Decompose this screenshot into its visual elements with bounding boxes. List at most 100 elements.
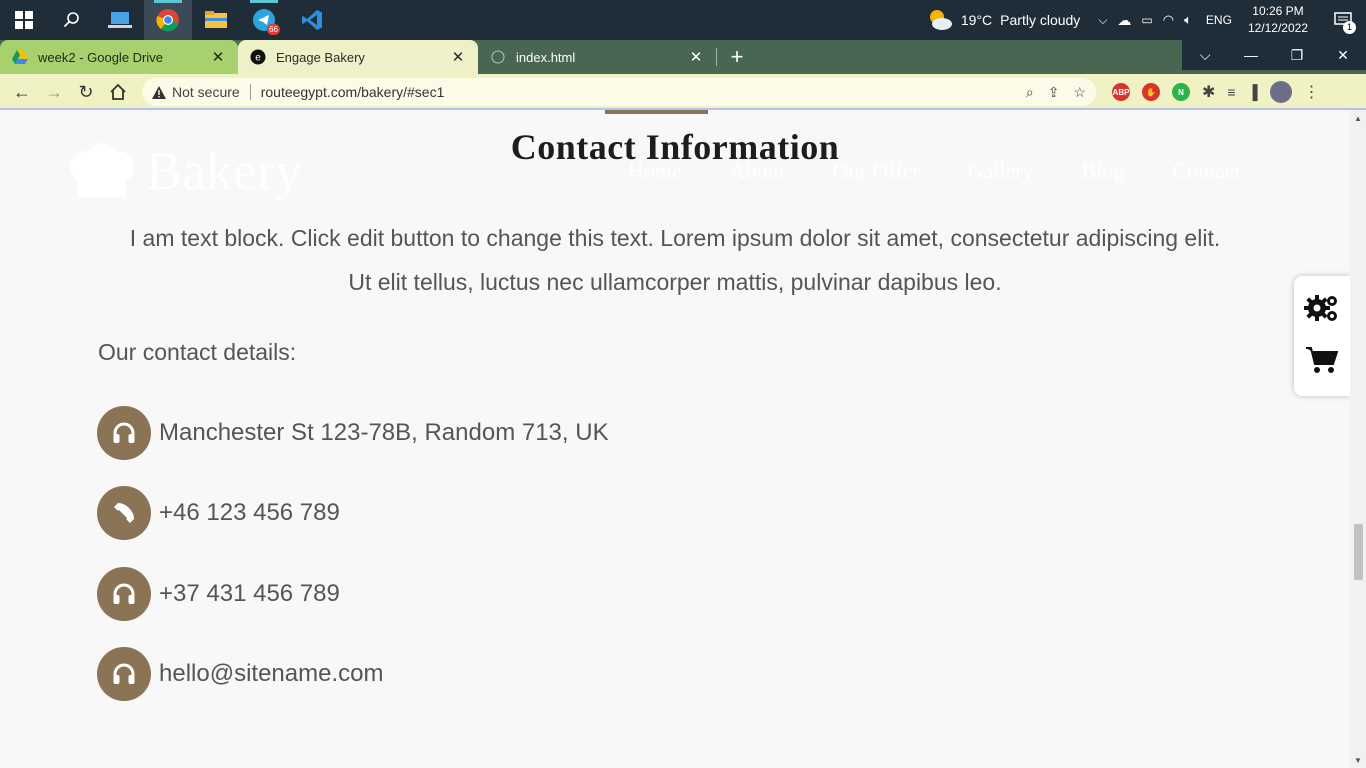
- taskbar-app-explorer[interactable]: [192, 0, 240, 40]
- security-label: Not secure: [172, 84, 240, 100]
- cart-button[interactable]: [1306, 346, 1339, 379]
- n-extension-icon[interactable]: N: [1172, 83, 1190, 101]
- search-button[interactable]: [48, 0, 96, 40]
- headphones-icon: [97, 647, 151, 701]
- media-icon[interactable]: ≡: [1227, 84, 1235, 100]
- arrow-left-icon: ←: [13, 81, 31, 102]
- windows-icon: [15, 11, 33, 29]
- scroll-down-icon[interactable]: ▼: [1354, 756, 1362, 766]
- clock-date: 12/12/2022: [1247, 21, 1308, 35]
- browser-toolbar: ← → ↻ Not secure routeegypt.com/bakery/#…: [0, 74, 1366, 110]
- system-tray: 19°C Partly cloudy ⌵ ☁ ▭ ◠ 🔈︎ ENG 10:26 …: [927, 0, 1366, 40]
- notification-count: 1: [1343, 21, 1356, 34]
- volume-icon[interactable]: 🔈︎: [1184, 12, 1192, 28]
- scroll-up-icon[interactable]: ▲: [1354, 114, 1362, 124]
- headphones-icon: [97, 567, 151, 621]
- taskbar: 66 19°C Partly cloudy ⌵ ☁ ▭ ◠ 🔈︎ ENG 10:…: [0, 0, 1366, 40]
- phone-icon: [97, 486, 151, 540]
- forward-button[interactable]: →: [38, 76, 70, 108]
- floating-tools-panel: [1294, 276, 1350, 396]
- url-text[interactable]: routeegypt.com/bakery/#sec1: [261, 84, 1026, 100]
- share-icon[interactable]: ⇪: [1048, 84, 1060, 101]
- arrow-right-icon: →: [45, 81, 63, 102]
- tab-title: week2 - Google Drive: [38, 49, 163, 65]
- side-panel-icon[interactable]: ▐: [1248, 84, 1258, 100]
- tab-engage-bakery[interactable]: e Engage Bakery ✕: [238, 40, 478, 74]
- start-button[interactable]: [0, 0, 48, 40]
- back-button[interactable]: ←: [6, 76, 38, 108]
- address-bar[interactable]: Not secure routeegypt.com/bakery/#sec1 ⌕…: [142, 78, 1096, 106]
- minimize-button[interactable]: —: [1228, 40, 1274, 70]
- section-title: Contact Information: [510, 127, 840, 167]
- puzzle-icon[interactable]: ✱: [1202, 82, 1215, 102]
- close-window-button[interactable]: ✕: [1320, 40, 1366, 70]
- contact-text: +37 431 456 789: [159, 580, 340, 607]
- weather-widget[interactable]: 19°C Partly cloudy: [927, 8, 1080, 32]
- tab-google-drive[interactable]: week2 - Google Drive ✕: [0, 40, 238, 74]
- globe-icon: [490, 49, 506, 65]
- battery-icon[interactable]: ▭: [1141, 13, 1152, 27]
- partly-cloudy-icon: [929, 10, 952, 30]
- chevron-down-icon: ⌵: [1199, 46, 1211, 63]
- google-drive-icon: [12, 49, 28, 65]
- adblock-icon[interactable]: ABP: [1112, 83, 1130, 101]
- restore-button[interactable]: ❐: [1274, 40, 1320, 70]
- contact-text: +46 123 456 789: [159, 499, 340, 526]
- star-icon[interactable]: ☆: [1073, 84, 1086, 101]
- contact-text: Manchester St 123-78B, Random 713, UK: [159, 419, 609, 446]
- contact-item-address: Manchester St 123-78B, Random 713, UK: [97, 406, 609, 460]
- menu-icon[interactable]: ⋮: [1304, 82, 1320, 102]
- chrome-icon: [156, 9, 179, 32]
- tab-title: Engage Bakery: [276, 49, 365, 65]
- svg-text:e: e: [255, 53, 261, 64]
- reload-button[interactable]: ↻: [70, 76, 102, 108]
- tab-strip: week2 - Google Drive ✕ e Engage Bakery ✕…: [0, 40, 1366, 74]
- contact-item-email: hello@sitename.com: [97, 647, 383, 701]
- wifi-icon[interactable]: ◠: [1163, 12, 1174, 28]
- taskbar-app-chrome[interactable]: [144, 0, 192, 40]
- hand-extension-icon[interactable]: ✋: [1142, 83, 1160, 101]
- close-icon: ✕: [1337, 46, 1349, 63]
- gears-icon: [1304, 295, 1337, 322]
- folder-icon: [205, 11, 227, 28]
- scroll-thumb[interactable]: [1354, 524, 1363, 580]
- intro-line: I am text block. Click edit button to ch…: [129, 225, 1221, 251]
- restore-icon: ❐: [1290, 46, 1304, 63]
- onedrive-icon[interactable]: ☁: [1117, 12, 1131, 29]
- telegram-badge: 66: [267, 24, 280, 35]
- new-tab-button[interactable]: +: [717, 40, 757, 74]
- avatar[interactable]: [1269, 81, 1292, 103]
- contact-details-label: Our contact details:: [98, 339, 297, 365]
- settings-button[interactable]: [1304, 293, 1340, 328]
- home-button[interactable]: [102, 76, 134, 108]
- zoom-icon[interactable]: ⌕: [1026, 84, 1034, 101]
- close-icon[interactable]: ✕: [450, 48, 466, 66]
- close-icon[interactable]: ✕: [688, 48, 704, 66]
- intro-text: I am text block. Click edit button to ch…: [0, 216, 1350, 304]
- intro-line: Ut elit tellus, luctus nec ullamcorper m…: [348, 269, 1002, 295]
- taskbar-app-laptop[interactable]: [96, 0, 144, 40]
- contact-item-phone-2: +37 431 456 789: [97, 567, 340, 621]
- chevron-up-icon[interactable]: ⌵: [1098, 13, 1107, 28]
- tab-title: index.html: [516, 49, 576, 65]
- close-icon[interactable]: ✕: [210, 48, 226, 66]
- warning-icon: [152, 85, 166, 99]
- taskbar-app-vscode[interactable]: [288, 0, 336, 40]
- notifications-button[interactable]: 1: [1328, 0, 1358, 40]
- window-controls: ⌵ — ❐ ✕: [1182, 40, 1366, 70]
- security-indicator[interactable]: Not secure: [152, 84, 240, 100]
- home-icon: [110, 83, 126, 100]
- weather-temp: 19°C: [960, 12, 993, 28]
- weather-desc: Partly cloudy: [1000, 12, 1081, 28]
- page-content: Bakery Home About Our Offer Gallery Blog…: [0, 110, 1350, 768]
- site-favicon-icon: e: [250, 49, 266, 65]
- taskbar-app-telegram[interactable]: 66: [240, 0, 288, 40]
- minimize-icon: —: [1244, 47, 1258, 63]
- page-scrollbar[interactable]: ▲ ▼: [1350, 110, 1366, 768]
- tab-search-button[interactable]: ⌵: [1182, 40, 1228, 70]
- tab-index-html[interactable]: index.html ✕: [478, 40, 716, 74]
- language-indicator[interactable]: ENG: [1206, 13, 1232, 27]
- clock-time: 10:26 PM: [1252, 4, 1304, 18]
- headphones-icon: [97, 406, 151, 460]
- clock[interactable]: 10:26 PM 12/12/2022: [1248, 3, 1308, 37]
